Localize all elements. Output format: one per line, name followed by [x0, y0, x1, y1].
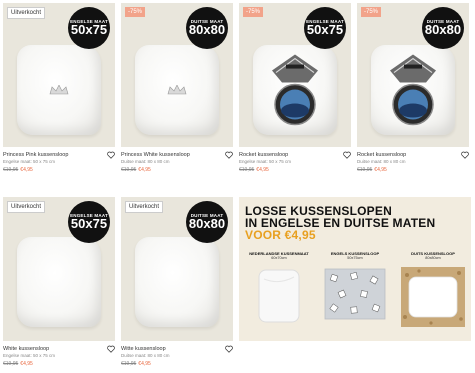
heart-icon[interactable] [107, 151, 115, 159]
pillow-image [135, 237, 219, 327]
pillow-illustration [258, 269, 300, 323]
product-name[interactable]: Rocket kussensloop [357, 152, 469, 159]
crown-icon [167, 85, 187, 95]
product-name[interactable]: Princess Pink kussensloop [3, 152, 115, 159]
discount-badge: -75% [243, 7, 264, 17]
new-price: €4,95 [20, 167, 33, 173]
old-price: €19,95 [239, 167, 255, 173]
product-price: €19,95 €4,95 [3, 360, 115, 368]
new-price: €4,95 [138, 361, 151, 367]
product-size-text: Engelse maat: 50 x 75 cm [3, 159, 56, 164]
product-name[interactable]: White kussensloop [3, 346, 115, 353]
product-image[interactable]: Uitverkocht ENGELSE MAAT 50x75 [3, 3, 115, 147]
heart-icon[interactable] [107, 345, 115, 353]
pillow-image [371, 45, 455, 135]
pillow-image [17, 45, 101, 135]
heart-icon[interactable] [225, 345, 233, 353]
product-image[interactable]: -75% DUITSE MAAT 80x80 [121, 3, 233, 147]
size-badge: DUITSE MAAT 80x80 [186, 7, 228, 49]
old-price: €19,95 [121, 167, 137, 173]
product-size-text: Engelse maat: 50 x 75 cm [3, 353, 56, 358]
pillow-image [253, 45, 337, 135]
product-price: €19,95 €4,95 [121, 360, 233, 368]
product-price: €19,95 €4,95 [239, 166, 351, 174]
new-price: €4,95 [256, 167, 269, 173]
new-price: €4,95 [20, 361, 33, 367]
promo-column-english: ENGELS KUSSENSLOOP 50x75cm [319, 251, 391, 326]
rocket-illustration [390, 54, 436, 126]
promo-column-dutch: NEDERLANDSE KUSSENMAAT 60x70cm [243, 251, 315, 330]
promo-banner[interactable]: LOSSE KUSSENSLOPEN IN ENGELSE EN DUITSE … [239, 197, 471, 341]
size-badge: DUITSE MAAT 80x80 [186, 201, 228, 243]
promo-column-german: DUITS KUSSENSLOOP 80x80cm [397, 251, 469, 332]
crown-icon [49, 85, 69, 95]
product-name[interactable]: Witte kussensloop [121, 346, 233, 353]
product-card[interactable]: Uitverkocht ENGELSE MAAT 50x75 Princess … [3, 3, 115, 174]
product-card[interactable]: -75% ENGELSE MAAT 50x75 Rocket kussenslo… [239, 3, 351, 174]
product-price: €19,95 €4,95 [3, 166, 115, 174]
product-card[interactable]: Uitverkocht DUITSE MAAT 80x80 Witte kuss… [121, 197, 233, 368]
product-image[interactable]: -75% ENGELSE MAAT 50x75 [239, 3, 351, 147]
size-badge: ENGELSE MAAT 50x75 [68, 201, 110, 243]
old-price: €19,95 [357, 167, 373, 173]
product-name[interactable]: Rocket kussensloop [239, 152, 351, 159]
old-price: €19,95 [3, 167, 19, 173]
size-badge: DUITSE MAAT 80x80 [422, 7, 464, 49]
sold-out-badge: Uitverkocht [7, 7, 46, 19]
promo-price-line: VOOR €4,95 [245, 228, 316, 242]
product-price: €19,95 €4,95 [121, 166, 233, 174]
heart-icon[interactable] [225, 151, 233, 159]
sold-out-badge: Uitverkocht [7, 201, 46, 213]
pillow-image [17, 237, 101, 327]
product-card[interactable]: -75% DUITSE MAAT 80x80 Princess White ku… [121, 3, 233, 174]
old-price: €19,95 [121, 361, 137, 367]
product-size-text: Duitse maat: 80 x 80 cm [121, 159, 170, 164]
product-image[interactable]: -75% DUITSE MAAT 80x80 [357, 3, 469, 147]
product-price: €19,95 €4,95 [357, 166, 469, 174]
product-card[interactable]: -75% DUITSE MAAT 80x80 Rocket kussensloo… [357, 3, 469, 174]
product-image[interactable]: Uitverkocht ENGELSE MAAT 50x75 [3, 197, 115, 341]
discount-badge: -75% [125, 7, 146, 17]
sold-out-badge: Uitverkocht [125, 201, 164, 213]
size-badge: ENGELSE MAAT 50x75 [304, 7, 346, 49]
new-price: €4,95 [138, 167, 151, 173]
product-size-text: Duitse maat: 80 x 80 cm [357, 159, 406, 164]
product-size-text: Engelse maat: 50 x 75 cm [239, 159, 292, 164]
heart-icon[interactable] [461, 151, 469, 159]
rocket-illustration [272, 54, 318, 126]
pillow-image [135, 45, 219, 135]
german-pillow-photo [401, 267, 465, 327]
discount-badge: -75% [361, 7, 382, 17]
old-price: €19,95 [3, 361, 19, 367]
new-price: €4,95 [374, 167, 387, 173]
product-card[interactable]: Uitverkocht ENGELSE MAAT 50x75 White kus… [3, 197, 115, 368]
product-image[interactable]: Uitverkocht DUITSE MAAT 80x80 [121, 197, 233, 341]
product-name[interactable]: Princess White kussensloop [121, 152, 233, 159]
patterned-pillowcase-illustration [324, 268, 386, 320]
product-size-text: Duitse maat: 80 x 80 cm [121, 353, 170, 358]
heart-icon[interactable] [343, 151, 351, 159]
size-badge: ENGELSE MAAT 50x75 [68, 7, 110, 49]
